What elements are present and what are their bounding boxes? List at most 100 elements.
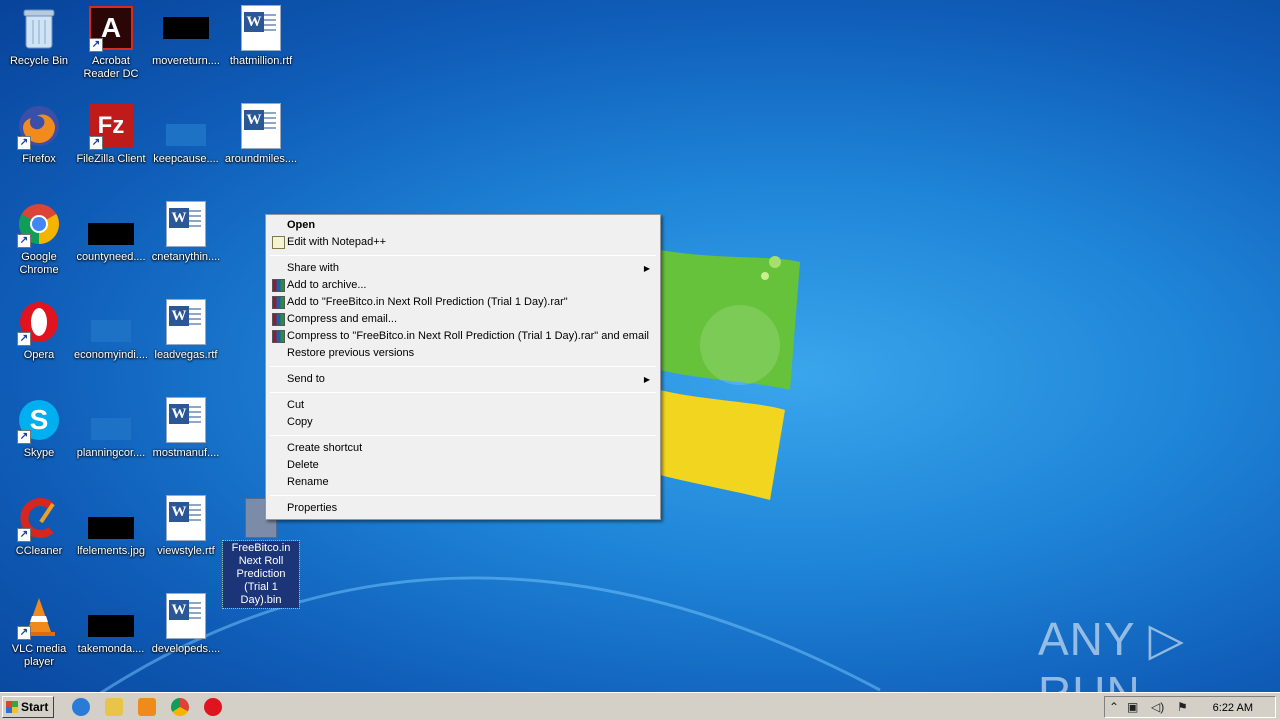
economyindi-icon[interactable]: economyindi.... — [72, 298, 150, 390]
word-document-icon: W — [162, 592, 210, 640]
menu-item-label: Open — [287, 219, 316, 231]
icon-label: keepcause.... — [153, 153, 219, 165]
icon-label: Acrobat Reader DC — [83, 55, 139, 80]
skype-icon[interactable]: S ↗ Skype — [0, 396, 78, 488]
chrome-logo-icon: ↗ — [15, 200, 63, 248]
start-label: Start — [21, 700, 49, 714]
opera-taskbar-icon[interactable] — [204, 698, 222, 716]
menu-separator — [270, 495, 656, 496]
firefox-icon[interactable]: ↗ Firefox — [0, 102, 78, 194]
blank-file-icon — [162, 102, 210, 150]
menu-item-create-shortcut[interactable]: Create shortcut — [268, 440, 658, 457]
movereturn-icon[interactable]: movereturn.... — [147, 4, 225, 96]
menu-item-open[interactable]: Open — [268, 217, 658, 234]
thatmillion-icon[interactable]: W thatmillion.rtf — [222, 4, 300, 96]
menu-item-label: Share with — [287, 262, 339, 274]
action-center-flag-icon[interactable]: ⚑ — [1177, 700, 1188, 714]
winrar-icon — [272, 296, 285, 309]
icon-label: Opera — [23, 349, 55, 361]
shortcut-arrow-icon: ↗ — [17, 528, 31, 542]
menu-item-label: Add to "FreeBitco.in Next Roll Predictio… — [287, 296, 568, 308]
file-explorer-icon[interactable] — [105, 698, 123, 716]
menu-separator — [270, 366, 656, 367]
opera-icon[interactable]: ↗ Opera — [0, 298, 78, 390]
ccleaner-logo-icon: ↗ — [15, 494, 63, 542]
icon-label: aroundmiles.... — [224, 153, 298, 165]
clock[interactable]: 6:22 AM — [1213, 700, 1253, 716]
google-chrome-icon[interactable]: ↗ Google Chrome — [0, 200, 78, 292]
menu-item-delete[interactable]: Delete — [268, 457, 658, 474]
icon-label: CCleaner — [15, 545, 63, 557]
icon-label: Recycle Bin — [9, 55, 69, 67]
menu-item-compress-email[interactable]: Compress and email... — [268, 311, 658, 328]
internet-explorer-icon[interactable] — [72, 698, 90, 716]
icon-label: mostmanuf.... — [152, 447, 220, 459]
ccleaner-icon[interactable]: ↗ CCleaner — [0, 494, 78, 586]
vlc-icon[interactable]: ↗ VLC media player — [0, 592, 78, 684]
keepcause-icon[interactable]: keepcause.... — [147, 102, 225, 194]
media-player-icon[interactable] — [138, 698, 156, 716]
leadvegas-icon[interactable]: W leadvegas.rtf — [147, 298, 225, 390]
shortcut-arrow-icon: ↗ — [17, 626, 31, 640]
blank-file-icon — [87, 298, 135, 346]
opera-logo-icon: ↗ — [15, 298, 63, 346]
submenu-arrow-icon: ▶ — [643, 264, 650, 273]
volume-icon[interactable]: ◁) — [1151, 700, 1164, 714]
menu-item-edit-notepadpp[interactable]: Edit with Notepad++ — [268, 234, 658, 251]
icon-label: planningcor.... — [76, 447, 146, 459]
context-menu: Open Edit with Notepad++ Share with ▶ Add… — [265, 214, 661, 520]
shortcut-arrow-icon: ↗ — [89, 136, 103, 150]
menu-item-label: Edit with Notepad++ — [287, 236, 387, 248]
submenu-arrow-icon: ▶ — [643, 375, 650, 384]
developeds-icon[interactable]: W developeds.... — [147, 592, 225, 684]
menu-item-add-to-archive[interactable]: Add to archive... — [268, 277, 658, 294]
menu-item-label: Cut — [287, 399, 305, 411]
cnetanything-icon[interactable]: W cnetanythin.... — [147, 200, 225, 292]
chrome-taskbar-icon[interactable] — [171, 698, 189, 716]
takemonda-icon[interactable]: takemonda.... — [72, 592, 150, 684]
icon-label: Skype — [23, 447, 55, 459]
icon-label: economyindi.... — [74, 349, 148, 361]
mostmanuf-icon[interactable]: W mostmanuf.... — [147, 396, 225, 488]
shortcut-arrow-icon: ↗ — [17, 430, 31, 444]
shortcut-arrow-icon: ↗ — [17, 332, 31, 346]
menu-item-label: Send to — [287, 373, 325, 385]
icon-label: developeds.... — [151, 643, 221, 655]
planningcor-icon[interactable]: planningcor.... — [72, 396, 150, 488]
start-button[interactable]: Start — [2, 696, 54, 718]
vlc-cone-icon: ↗ — [15, 592, 63, 640]
redacted-thumbnail-icon — [87, 200, 135, 248]
filezilla-icon[interactable]: Fz ↗ FileZilla Client — [72, 102, 150, 194]
menu-item-send-to[interactable]: Send to ▶ — [268, 371, 658, 388]
menu-item-share-with[interactable]: Share with ▶ — [268, 260, 658, 277]
lfelements-icon[interactable]: lfelements.jpg — [72, 494, 150, 586]
menu-item-rename[interactable]: Rename — [268, 474, 658, 491]
acrobat-reader-icon[interactable]: A ↗ Acrobat Reader DC — [72, 4, 150, 96]
menu-separator — [270, 392, 656, 393]
notepadpp-icon — [272, 236, 285, 249]
menu-item-compress-to-rar-email[interactable]: Compress to "FreeBitco.in Next Roll Pred… — [268, 328, 658, 345]
icon-label: viewstyle.rtf — [157, 545, 215, 557]
shortcut-arrow-icon: ↗ — [89, 38, 103, 52]
menu-item-label: Delete — [287, 459, 319, 471]
menu-separator — [270, 435, 656, 436]
shortcut-arrow-icon: ↗ — [17, 234, 31, 248]
menu-item-cut[interactable]: Cut — [268, 397, 658, 414]
menu-item-restore-previous[interactable]: Restore previous versions — [268, 345, 658, 362]
countyneed-icon[interactable]: countyneed.... — [72, 200, 150, 292]
menu-item-properties[interactable]: Properties — [268, 500, 658, 517]
network-icon[interactable]: ▣ — [1127, 700, 1138, 714]
menu-item-label: Compress and email... — [287, 313, 398, 325]
recycle-bin-icon[interactable]: Recycle Bin — [0, 4, 78, 96]
acrobat-icon: A ↗ — [87, 4, 135, 52]
aroundmiles-icon[interactable]: W aroundmiles.... — [222, 102, 300, 194]
shortcut-arrow-icon: ↗ — [17, 136, 31, 150]
show-hidden-icons-icon[interactable]: ⌃ — [1109, 700, 1119, 714]
menu-item-add-to-rar[interactable]: Add to "FreeBitco.in Next Roll Predictio… — [268, 294, 658, 311]
menu-item-copy[interactable]: Copy — [268, 414, 658, 431]
word-document-icon: W — [162, 494, 210, 542]
icon-label: Google Chrome — [19, 251, 59, 276]
icon-label: countyneed.... — [76, 251, 146, 263]
menu-item-label: Create shortcut — [287, 442, 363, 454]
viewstyle-icon[interactable]: W viewstyle.rtf — [147, 494, 225, 586]
